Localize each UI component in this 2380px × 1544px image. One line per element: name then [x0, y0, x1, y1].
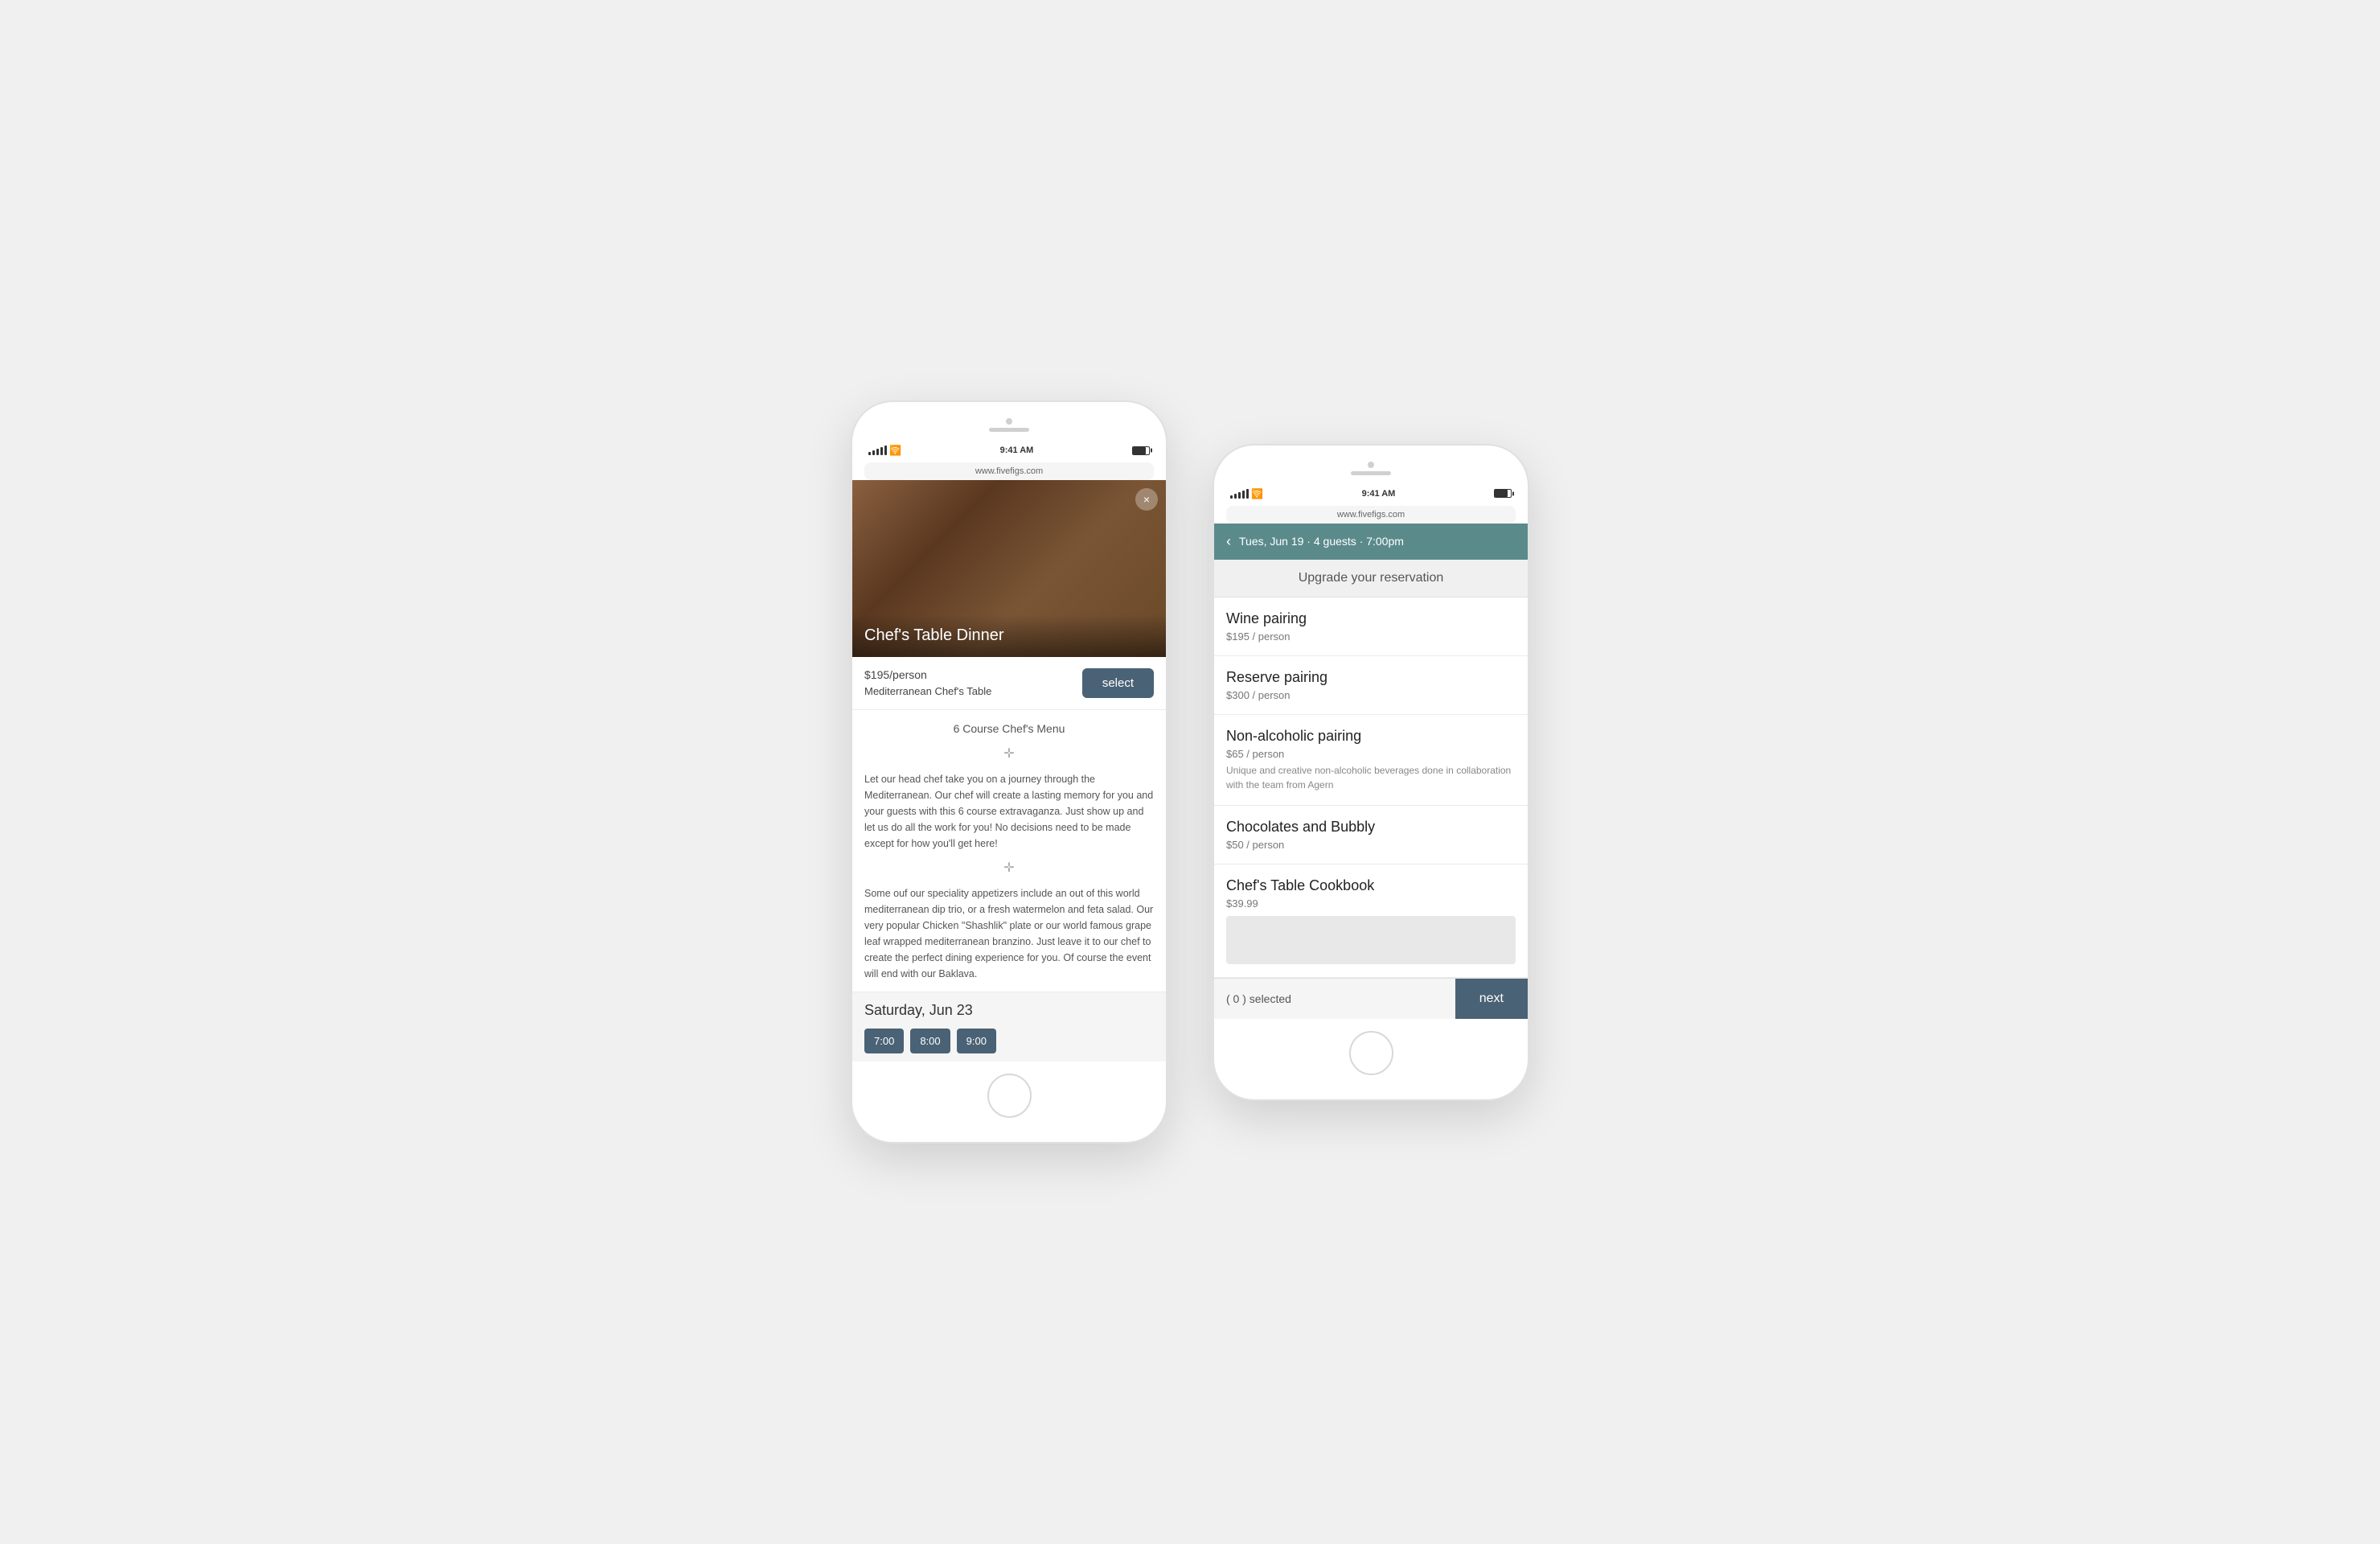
next-button[interactable]: next: [1455, 979, 1528, 1019]
speaker-2: [1351, 471, 1391, 475]
signal-dot-5: [884, 446, 887, 455]
back-arrow[interactable]: ‹: [1226, 533, 1231, 550]
battery-icon-2: [1494, 489, 1512, 498]
status-right-2: [1494, 489, 1512, 498]
url-bar-1: www.fivefigs.com: [864, 462, 1154, 480]
menu-para-1: Let our head chef take you on a journey …: [864, 771, 1154, 852]
signal-dot-2-4: [1242, 491, 1245, 499]
food-title: Chef's Table Dinner: [864, 626, 1154, 645]
signal-dot-1: [868, 452, 871, 455]
speaker-1: [989, 428, 1029, 432]
price-info: $195/person Mediterranean Chef's Table: [864, 667, 991, 700]
phone-1: 🛜 9:41 AM www.fivefigs.com Chef's Table …: [852, 402, 1166, 1141]
upgrade-item-wine[interactable]: Wine pairing $195 / person: [1214, 597, 1528, 656]
upgrade-title-bar: Upgrade your reservation: [1214, 560, 1528, 597]
select-row: $195/person Mediterranean Chef's Table s…: [852, 657, 1166, 710]
url-bar-2: www.fivefigs.com: [1226, 506, 1516, 524]
upgrade-item-reserve[interactable]: Reserve pairing $300 / person: [1214, 656, 1528, 715]
food-overlay: Chef's Table Dinner: [852, 614, 1166, 657]
upgrade-item-cookbook[interactable]: Chef's Table Cookbook $39.99: [1214, 864, 1528, 978]
upgrade-name-wine: Wine pairing: [1226, 610, 1516, 627]
reservation-date: Tues, Jun 19 · 4 guests · 7:00pm: [1239, 535, 1404, 548]
phone-content-1: Chef's Table Dinner × $195/person Medite…: [852, 480, 1166, 1061]
upgrade-price-choc: $50 / person: [1226, 839, 1516, 851]
upgrade-price-wine: $195 / person: [1226, 630, 1516, 643]
upgrade-name-reserve: Reserve pairing: [1226, 669, 1516, 686]
upgrade-name-choc: Chocolates and Bubbly: [1226, 819, 1516, 836]
selected-count: ( 0 ) selected: [1214, 979, 1455, 1018]
divider-cross-1: ✛: [864, 744, 1154, 765]
signal-dot-2-1: [1230, 495, 1233, 499]
signal-dot-4: [880, 447, 883, 455]
upgrade-name-nonalc: Non-alcoholic pairing: [1226, 728, 1516, 745]
home-button-2[interactable]: [1349, 1031, 1393, 1075]
signal-dot-2-3: [1238, 492, 1241, 499]
signal-icon: [868, 446, 887, 455]
phone-top-bar-1: [852, 418, 1166, 440]
wifi-icon-1: 🛜: [889, 445, 901, 456]
signal-icon-2: [1230, 489, 1249, 499]
menu-section: 6 Course Chef's Menu ✛ Let our head chef…: [852, 710, 1166, 992]
reservation-header: ‹ Tues, Jun 19 · 4 guests · 7:00pm: [1214, 524, 1528, 560]
upgrade-price-nonalc: $65 / person: [1226, 748, 1516, 760]
status-left-2: 🛜: [1230, 488, 1263, 499]
status-bar-2: 🛜 9:41 AM: [1214, 483, 1528, 504]
time-slot-1[interactable]: 7:00: [864, 1029, 904, 1053]
phone-top-bar-2: [1214, 462, 1528, 483]
course-title: 6 Course Chef's Menu: [864, 720, 1154, 737]
menu-para-2: Some ouf our speciality appetizers inclu…: [864, 885, 1154, 982]
phone-content-2: ‹ Tues, Jun 19 · 4 guests · 7:00pm Upgra…: [1214, 524, 1528, 1019]
time-slots: 7:00 8:00 9:00: [852, 1029, 1166, 1062]
status-right-1: [1132, 446, 1150, 455]
battery-fill-2: [1495, 490, 1508, 497]
home-button-1[interactable]: [987, 1074, 1032, 1118]
price-value: $195/person: [864, 667, 991, 684]
battery-fill-1: [1133, 447, 1146, 454]
upgrade-price-cookbook: $39.99: [1226, 897, 1516, 910]
time-slot-2[interactable]: 8:00: [910, 1029, 950, 1053]
upgrade-price-reserve: $300 / person: [1226, 689, 1516, 701]
upgrade-desc-nonalc: Unique and creative non-alcoholic bevera…: [1226, 763, 1516, 792]
camera-1: [1006, 418, 1012, 425]
camera-2: [1368, 462, 1374, 468]
upgrade-item-choc[interactable]: Chocolates and Bubbly $50 / person: [1214, 806, 1528, 864]
upgrade-name-cookbook: Chef's Table Cookbook: [1226, 877, 1516, 894]
cookbook-preview-image: [1226, 916, 1516, 964]
divider-cross-2: ✛: [864, 858, 1154, 879]
signal-dot-3: [876, 449, 879, 455]
time-1: 9:41 AM: [1000, 446, 1034, 455]
status-bar-1: 🛜 9:41 AM: [852, 440, 1166, 461]
upgrade-item-nonalc[interactable]: Non-alcoholic pairing $65 / person Uniqu…: [1214, 715, 1528, 806]
phone-2: 🛜 9:41 AM www.fivefigs.com ‹ Tues, Jun 1…: [1214, 446, 1528, 1099]
bottom-bar: ( 0 ) selected next: [1214, 978, 1528, 1019]
signal-dot-2: [872, 450, 875, 455]
signal-dot-2-5: [1246, 489, 1249, 499]
time-2: 9:41 AM: [1362, 489, 1396, 499]
date-bar: Saturday, Jun 23: [852, 992, 1166, 1029]
status-left-1: 🛜: [868, 445, 901, 456]
menu-name: Mediterranean Chef's Table: [864, 684, 991, 700]
select-button[interactable]: select: [1082, 668, 1154, 698]
wifi-icon-2: 🛜: [1251, 488, 1263, 499]
time-slot-3[interactable]: 9:00: [957, 1029, 996, 1053]
battery-icon-1: [1132, 446, 1150, 455]
signal-dot-2-2: [1234, 494, 1237, 499]
food-image: Chef's Table Dinner ×: [852, 480, 1166, 657]
